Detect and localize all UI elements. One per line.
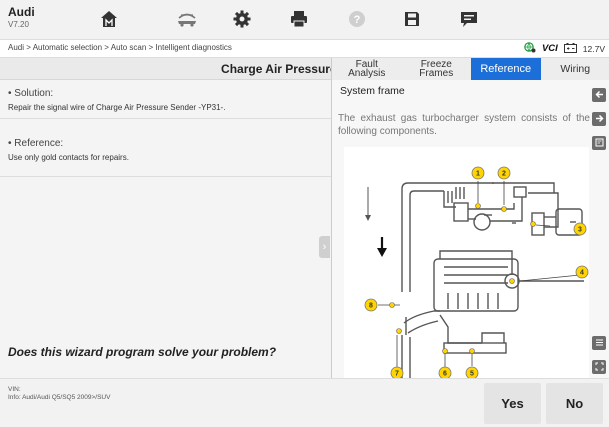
solution-heading-text: Solution: [14,88,54,99]
vci-status: VCI [542,43,558,54]
divider [0,118,331,119]
solution-block: • Solution: Repair the signal wire of Ch… [8,88,225,112]
callout-6: 6 [443,371,447,378]
no-button[interactable]: No [546,383,603,424]
panel-header: Charge Air Pressure S [0,58,331,80]
arrow-right-icon [595,110,604,128]
solution-text: Repair the signal wire of Charge Air Pre… [8,103,226,112]
status-indicators: VCI 12.7V [524,42,605,55]
reference-text: Use only gold contacts for repairs. [8,153,129,162]
tab-bar: Fault Analysis Freeze Frames Reference Wir… [332,58,609,80]
app-name: Audi [8,5,35,19]
app-version: V7.20 [8,20,29,29]
top-toolbar: Audi V7.20 ? [0,0,609,40]
forward-arrow-button[interactable] [592,112,606,126]
chevron-right-icon: › [322,241,327,253]
yes-button[interactable]: Yes [484,383,541,424]
breadcrumb: Audi > Automatic selection > Auto scan >… [8,43,232,52]
callout-2: 2 [502,171,506,178]
vci-label: VCI [541,43,558,54]
reference-heading: • Reference: [8,138,64,149]
panel-collapse-handle[interactable]: › [319,236,330,258]
settings-icon[interactable] [231,8,253,30]
turbo-system-diagram[interactable]: 1 2 3 4 5 6 7 8 [344,147,589,380]
callout-4: 4 [580,270,584,277]
solution-heading: • Solution: [8,88,54,99]
bottom-bar: VIN: Info: Audi/Audi Q5/SQ5 2009>/SUV Ye… [0,378,609,427]
callout-8: 8 [369,303,373,310]
callout-1: 1 [476,171,480,178]
reference-block: • Reference: Use only gold contacts for … [8,138,129,162]
reference-heading-text: Reference: [14,138,64,149]
callout-3: 3 [578,227,582,234]
tab-label-line2: Analysis [348,68,386,79]
description: The exhaust gas turbocharger system cons… [332,112,590,138]
tab-freeze-frames[interactable]: Freeze Frames [401,58,471,80]
fullscreen-button[interactable] [592,360,606,374]
solution-panel: Charge Air Pressure S • Solution: Repair… [0,58,331,378]
app-identity: Audi V7.20 [8,5,35,30]
list-button[interactable] [592,336,606,350]
back-arrow-button[interactable] [592,88,606,102]
tab-wiring[interactable]: Wiring [540,58,609,80]
divider [0,176,331,177]
tab-label: Reference [480,62,532,75]
reference-panel: Fault Analysis Freeze Frames Reference Wir… [331,58,609,380]
document-button[interactable] [592,136,606,150]
list-icon [595,334,604,352]
document-icon [595,134,604,152]
vehicle-info-text: Info: Audi/Audi Q5/SQ5 2009>/SUV [8,394,111,401]
help-icon[interactable]: ? [346,8,368,30]
vin-label: VIN: [8,386,21,393]
panel-title: Charge Air Pressure S [221,62,331,76]
tab-label-line2: Frames [419,68,454,79]
svg-text:?: ? [354,14,361,26]
tab-reference[interactable]: Reference [471,58,541,80]
voltage-readout: 12.7V [582,43,605,54]
save-icon[interactable] [401,8,423,30]
vehicle-menu-icon[interactable] [176,8,198,30]
fullscreen-icon [595,358,604,376]
battery-icon [563,42,577,55]
description-text: The exhaust gas turbocharger system cons… [338,113,590,137]
reference-content: System frame The exhaust gas turbocharge… [332,80,609,380]
home-icon[interactable] [98,8,120,30]
network-icon [524,42,536,55]
tab-label: Wiring [560,62,591,75]
callout-7: 7 [395,371,399,378]
arrow-left-icon [594,86,604,104]
print-icon[interactable] [288,8,310,30]
vehicle-info: VIN: Info: Audi/Audi Q5/SQ5 2009>/SUV [8,386,110,402]
chat-icon[interactable] [458,8,480,30]
section-title: System frame [340,85,405,97]
wizard-question: Does this wizard program solve your prob… [8,345,277,359]
tab-fault-analysis[interactable]: Fault Analysis [332,58,402,80]
callout-5: 5 [470,371,474,378]
diagram-svg: 1 2 3 4 5 6 7 8 [364,166,589,380]
breadcrumb-bar: Audi > Automatic selection > Auto scan >… [0,40,609,58]
